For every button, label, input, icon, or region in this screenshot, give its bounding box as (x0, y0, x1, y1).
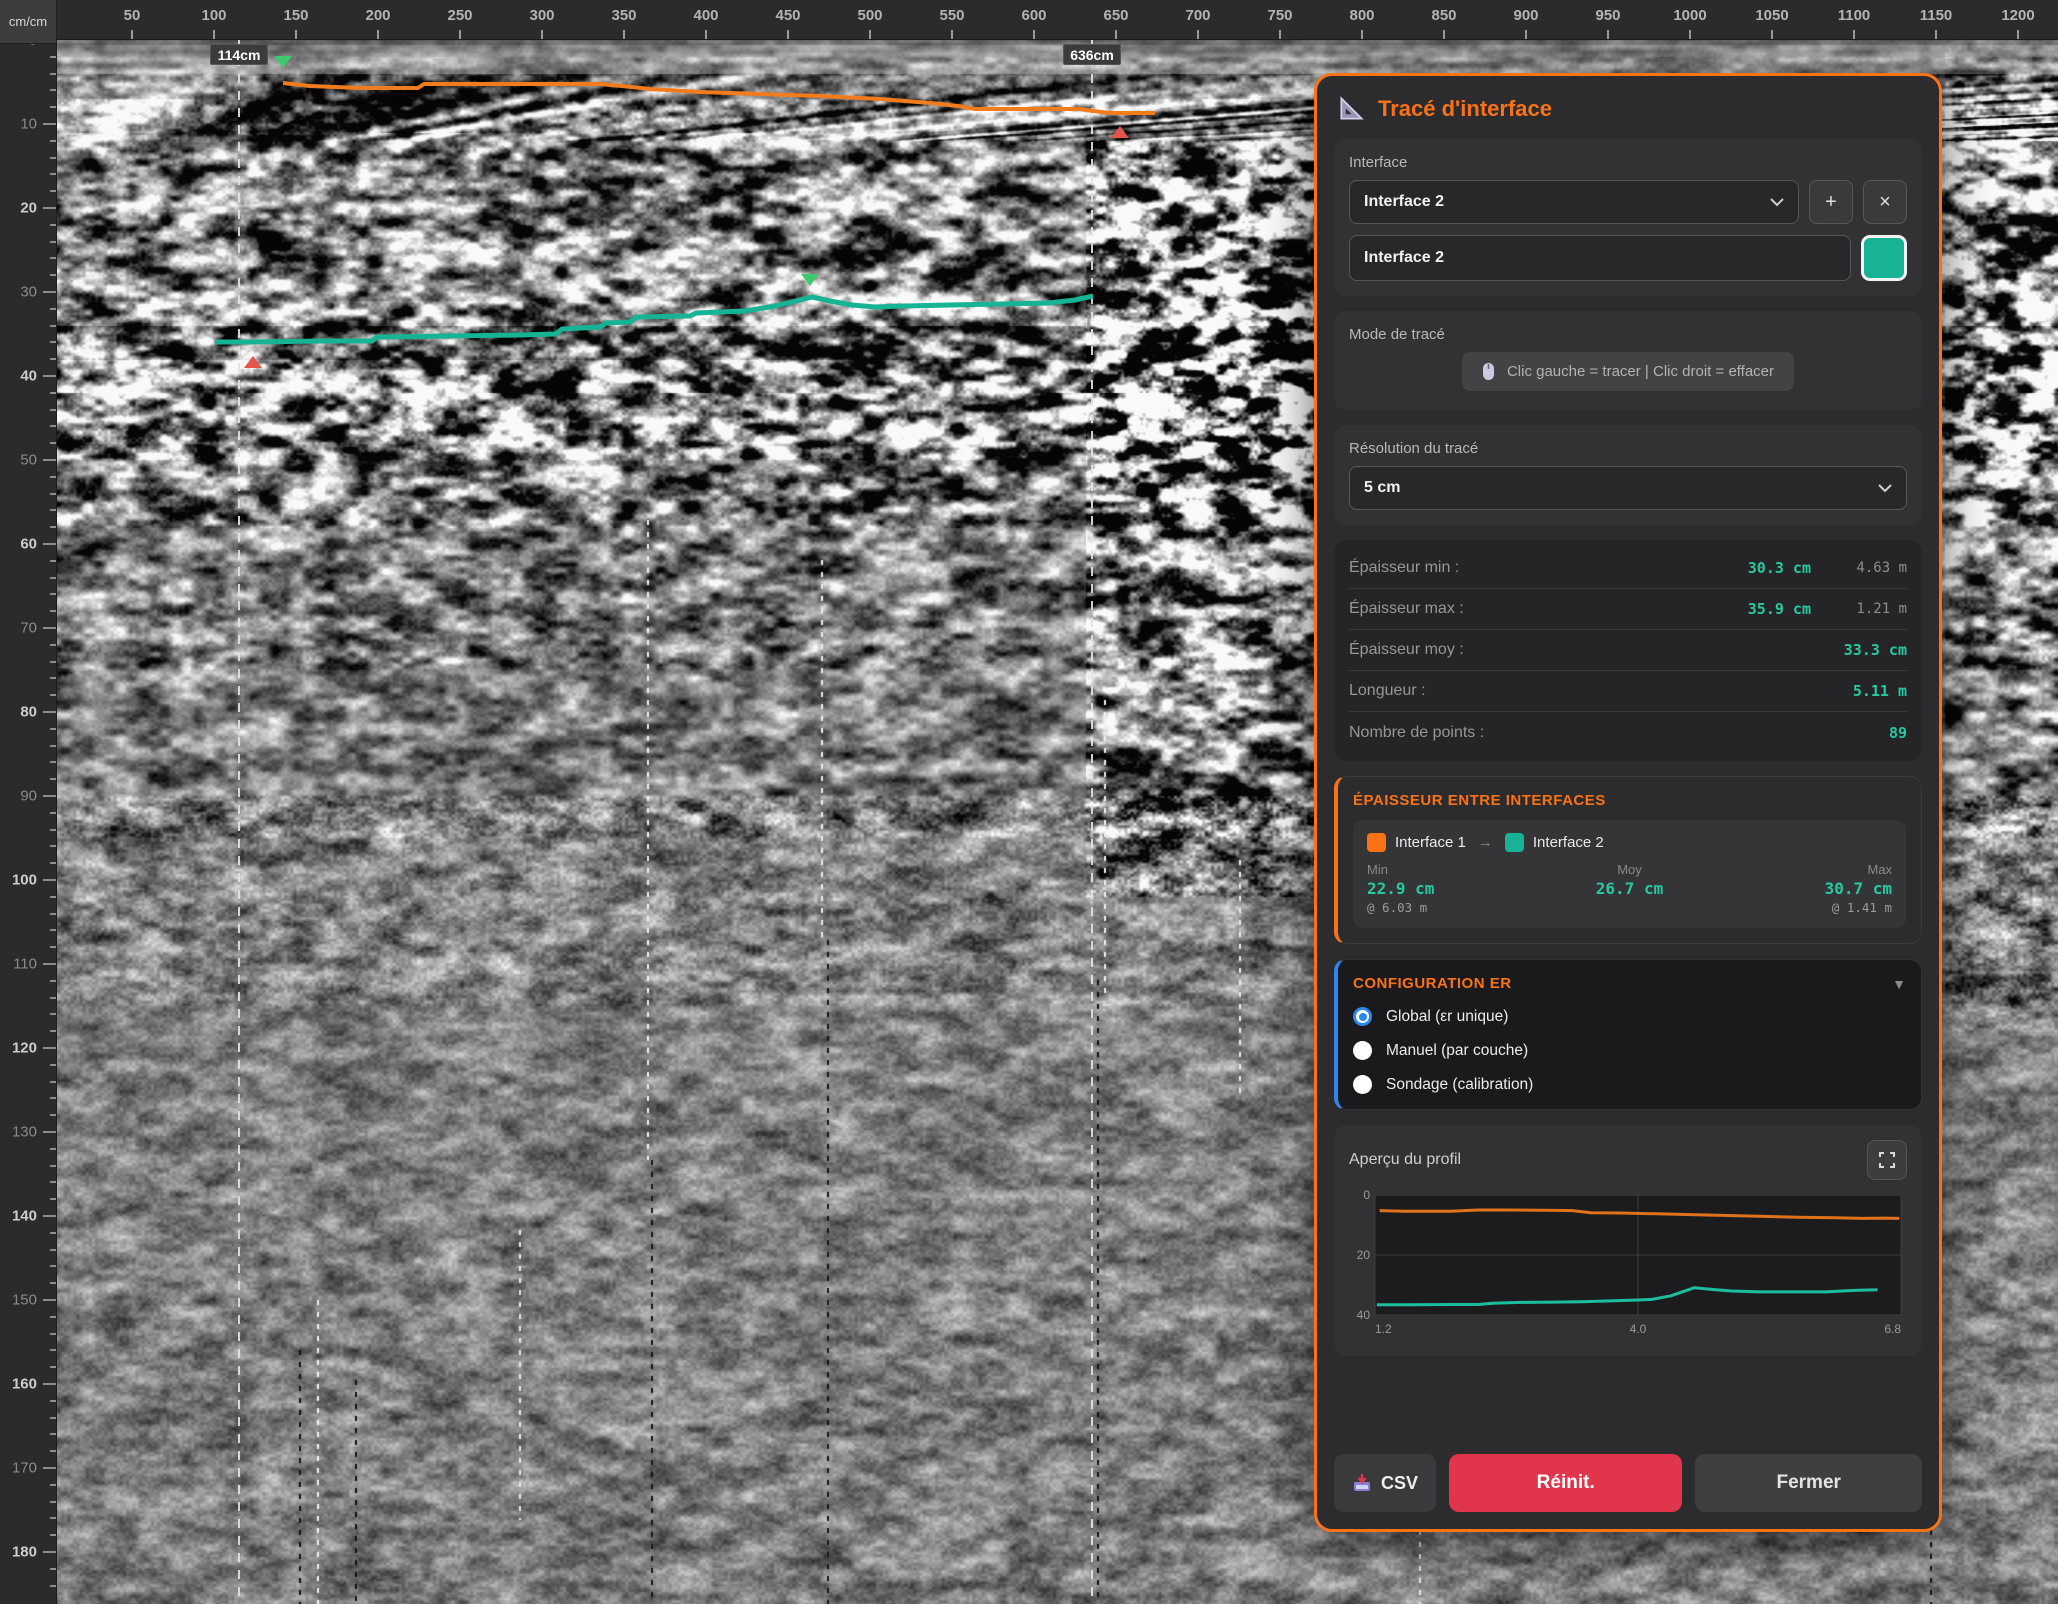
resolution-select-value: 5 cm (1364, 479, 1400, 497)
stat-row-epaisseur-min: Épaisseur min : 30.3 cm 4.63 m (1349, 548, 1907, 589)
stat-label: Épaisseur moy : (1349, 641, 1844, 659)
chevron-down-icon (1878, 484, 1892, 493)
svg-text:20: 20 (1357, 1248, 1371, 1262)
stat-extra: 4.63 m (1811, 560, 1907, 576)
depth-ruler: 0102030405060708090100110120130140150160… (0, 40, 57, 1604)
min-value: 22.9 cm (1367, 879, 1542, 898)
arrow-icon: → (1478, 834, 1493, 851)
radio-icon (1353, 1007, 1372, 1026)
svg-text:4.0: 4.0 (1630, 1322, 1647, 1336)
stat-row-longueur: Longueur : 5.11 m (1349, 671, 1907, 712)
svg-text:0: 0 (1363, 1189, 1370, 1202)
chevron-down-icon (1770, 198, 1784, 207)
interface-1-swatch (1367, 833, 1386, 852)
stat-value: 30.3 cm (1748, 559, 1811, 577)
stat-row-nombre-points: Nombre de points : 89 (1349, 712, 1907, 753)
horizontal-ruler: 0501001502002503003504004505005506006507… (0, 0, 2058, 40)
mouse-icon (1482, 362, 1495, 381)
mode-label: Mode de tracé (1349, 326, 1907, 343)
stat-label: Épaisseur max : (1349, 600, 1748, 618)
csv-export-button[interactable]: CSV (1334, 1454, 1436, 1512)
radio-sondage[interactable]: Sondage (calibration) (1353, 1075, 1906, 1094)
panel-header: Tracé d'interface (1334, 93, 1922, 124)
interface-label: Interface (1349, 154, 1907, 171)
interface-2-swatch (1505, 833, 1524, 852)
stat-row-epaisseur-moy: Épaisseur moy : 33.3 cm (1349, 630, 1907, 671)
radio-sondage-label: Sondage (calibration) (1386, 1076, 1533, 1094)
radio-global[interactable]: Global (εr unique) (1353, 1007, 1906, 1026)
radio-manuel[interactable]: Manuel (par couche) (1353, 1041, 1906, 1060)
thickness-min: Min 22.9 cm @ 6.03 m (1367, 862, 1542, 915)
configuration-er-section: CONFIGURATION ER ▼ Global (εr unique) Ma… (1334, 959, 1922, 1110)
moy-label: Moy (1542, 862, 1717, 877)
interface-color-swatch[interactable] (1861, 235, 1907, 281)
ruler-unit-label: cm/cm (0, 0, 57, 44)
mode-section: Mode de tracé Clic gauche = tracer | Cli… (1334, 311, 1922, 410)
max-label: Max (1717, 862, 1892, 877)
stat-value: 89 (1889, 724, 1907, 742)
download-icon (1352, 1473, 1372, 1493)
mode-hint: Clic gauche = tracer | Clic droit = effa… (1462, 352, 1794, 391)
thickness-moy: Moy 26.7 cm (1542, 862, 1717, 915)
moy-value: 26.7 cm (1542, 879, 1717, 898)
stats-section: Épaisseur min : 30.3 cm 4.63 m Épaisseur… (1334, 540, 1922, 761)
collapse-icon[interactable]: ▼ (1892, 976, 1906, 992)
csv-button-label: CSV (1381, 1473, 1418, 1494)
reset-button[interactable]: Réinit. (1449, 1454, 1682, 1512)
stat-label: Longueur : (1349, 682, 1853, 700)
svg-text:1.2: 1.2 (1375, 1322, 1392, 1336)
radio-icon (1353, 1041, 1372, 1060)
profile-mini-chart: 0 20 40 1.2 4.0 6.8 (1349, 1189, 1909, 1341)
resolution-section: Résolution du tracé 5 cm (1334, 425, 1922, 525)
cursor-position-label: 636cm (1063, 44, 1121, 65)
configuration-er-title: CONFIGURATION ER (1353, 975, 1512, 992)
panel-title: Tracé d'interface (1378, 96, 1552, 122)
interface-select[interactable]: Interface 2 (1349, 180, 1799, 224)
profile-preview-section: Aperçu du profil 0 20 40 1.2 4.0 6.8 (1334, 1125, 1922, 1356)
interface-name-input[interactable] (1349, 235, 1851, 281)
stat-value: 5.11 m (1853, 682, 1907, 700)
radio-manuel-label: Manuel (par couche) (1386, 1042, 1528, 1060)
interface-select-value: Interface 2 (1364, 193, 1444, 211)
interface-pair-legend: Interface 1 → Interface 2 (1367, 833, 1892, 852)
thickness-section-title: ÉPAISSEUR ENTRE INTERFACES (1353, 792, 1906, 809)
thickness-stats-box: Interface 1 → Interface 2 Min 22.9 cm @ … (1353, 820, 1906, 928)
cursor-position-label: 114cm (210, 44, 268, 65)
expand-button[interactable] (1867, 1140, 1907, 1180)
interface-2-name: Interface 2 (1533, 834, 1604, 851)
stat-value: 33.3 cm (1844, 641, 1907, 659)
add-interface-button[interactable]: + (1809, 180, 1853, 224)
resolution-select[interactable]: 5 cm (1349, 466, 1907, 510)
min-label: Min (1367, 862, 1542, 877)
set-square-icon (1338, 95, 1365, 122)
stat-value: 35.9 cm (1748, 600, 1811, 618)
max-value: 30.7 cm (1717, 879, 1892, 898)
fullscreen-icon (1878, 1151, 1896, 1169)
interface-section: Interface Interface 2 + × (1334, 139, 1922, 296)
thickness-between-interfaces-section: ÉPAISSEUR ENTRE INTERFACES Interface 1 →… (1334, 776, 1922, 944)
gpr-workspace: 114cm 636cm 05010015020025030035040045050… (0, 0, 2058, 1604)
panel-actions: CSV Réinit. Fermer (1334, 1454, 1922, 1512)
interface-1-name: Interface 1 (1395, 834, 1466, 851)
stat-label: Nombre de points : (1349, 724, 1889, 742)
max-position: @ 1.41 m (1717, 900, 1892, 915)
thickness-max: Max 30.7 cm @ 1.41 m (1717, 862, 1892, 915)
stat-extra: 1.21 m (1811, 601, 1907, 617)
stat-label: Épaisseur min : (1349, 559, 1748, 577)
radio-icon (1353, 1075, 1372, 1094)
resolution-label: Résolution du tracé (1349, 440, 1907, 457)
preview-label: Aperçu du profil (1349, 1151, 1461, 1169)
moy-position (1542, 900, 1717, 915)
trace-interface-panel: Tracé d'interface Interface Interface 2 … (1314, 73, 1942, 1532)
min-position: @ 6.03 m (1367, 900, 1542, 915)
svg-text:40: 40 (1357, 1308, 1371, 1322)
radio-global-label: Global (εr unique) (1386, 1008, 1508, 1026)
close-button[interactable]: Fermer (1695, 1454, 1922, 1512)
stat-row-epaisseur-max: Épaisseur max : 35.9 cm 1.21 m (1349, 589, 1907, 630)
remove-interface-button[interactable]: × (1863, 180, 1907, 224)
svg-text:6.8: 6.8 (1884, 1322, 1901, 1336)
mode-hint-text: Clic gauche = tracer | Clic droit = effa… (1507, 363, 1774, 380)
